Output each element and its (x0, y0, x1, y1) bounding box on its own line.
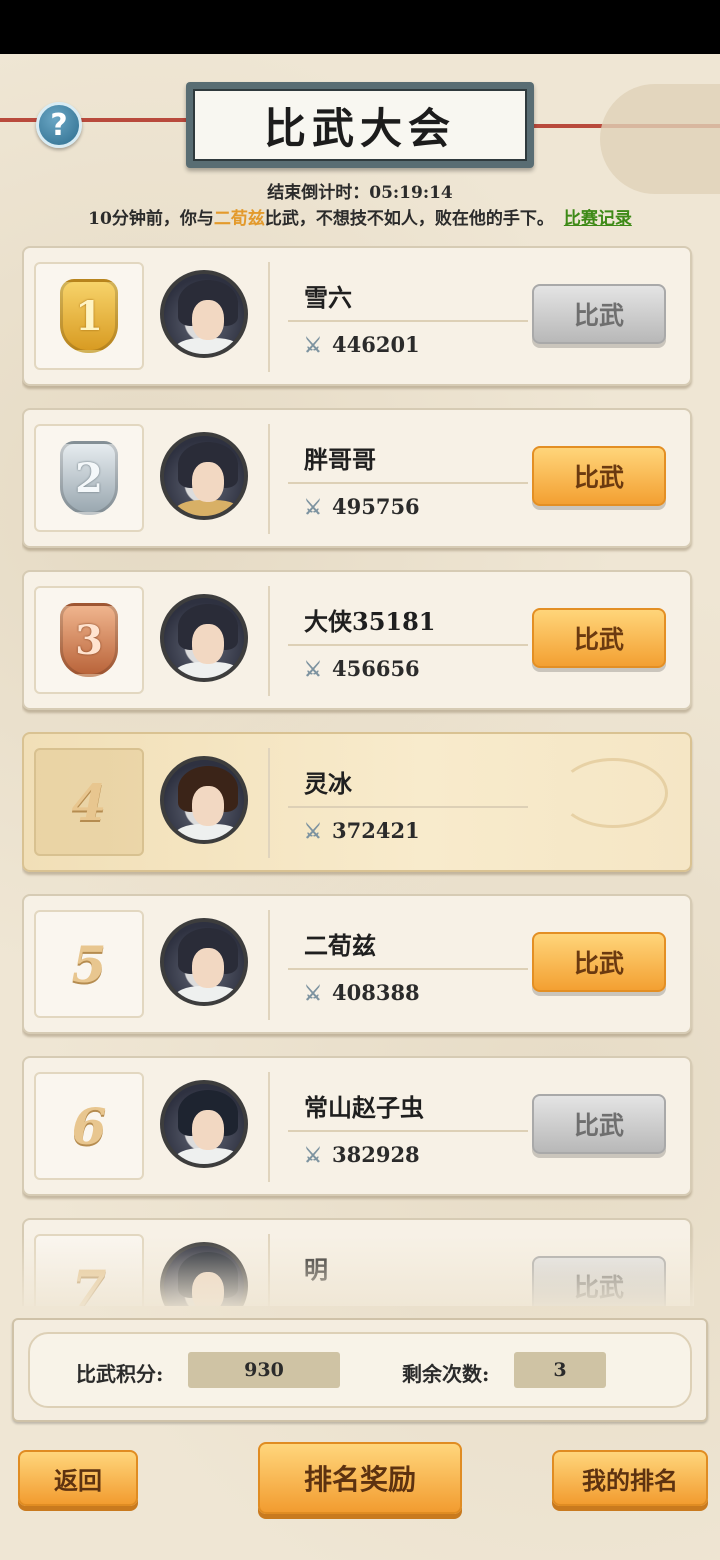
crossed-swords-icon: ⚔ (304, 656, 322, 681)
rank-card-6: 6 常山赵子虫 ⚔ 382928 比武 (22, 1056, 692, 1196)
divider (288, 644, 528, 646)
rank-card-4-self: 4 灵冰 ⚔ 372421 (22, 732, 692, 872)
fight-button[interactable]: 比武 (532, 1094, 666, 1154)
battle-news: 10分钟前，你与二荀兹比武，不想技不如人，败在他的手下。 比赛记录 (0, 204, 720, 229)
news-suffix: 比武，不想技不如人，败在他的手下。 (264, 209, 554, 229)
crossed-swords-icon: ⚔ (304, 494, 322, 519)
gold-medal-icon: 1 (60, 279, 118, 353)
page-title: 比武大会 (193, 89, 527, 161)
my-ranking-button[interactable]: 我的排名 (552, 1450, 708, 1506)
remaining-label: 剩余次数: (402, 1362, 490, 1386)
score-panel: 比武积分: 930 剩余次数: 3 (28, 1332, 692, 1408)
rank-box: 6 (34, 1072, 144, 1180)
header: ? 比武大会 (0, 68, 720, 194)
avatar[interactable] (160, 594, 248, 682)
info-panel: 二荀兹 ⚔ 408388 比武 (268, 910, 688, 1020)
divider (288, 482, 528, 484)
player-name: 二荀兹 (304, 931, 376, 960)
combat-power: ⚔ 372421 (304, 818, 420, 843)
points-value: 930 (188, 1352, 340, 1388)
power-value: 372421 (332, 818, 420, 843)
avatar[interactable] (160, 270, 248, 358)
score-bar: 比武积分: 930 剩余次数: 3 (12, 1318, 708, 1422)
rank-box: 5 (34, 910, 144, 1018)
countdown: 结束倒计时：05:19:14 (0, 178, 720, 203)
player-name: 灵冰 (304, 769, 352, 798)
crossed-swords-icon: ⚔ (304, 1142, 322, 1167)
rank-number: 6 (71, 1096, 107, 1156)
avatar[interactable] (160, 756, 248, 844)
bronze-medal-icon: 3 (60, 603, 118, 677)
avatar[interactable] (160, 918, 248, 1006)
player-name: 常山赵子虫 (304, 1093, 424, 1122)
remaining-value: 3 (514, 1352, 606, 1388)
cloud-swirl-decoration (558, 758, 668, 828)
divider (288, 968, 528, 970)
rank-box: 4 (34, 748, 144, 856)
combat-power: ⚔ 446201 (304, 332, 420, 357)
divider (288, 320, 528, 322)
rank-number: 4 (71, 772, 107, 832)
info-panel: 胖哥哥 ⚔ 495756 比武 (268, 424, 688, 534)
rank-card-3: 3 大侠35181 ⚔ 456656 比武 (22, 570, 692, 710)
divider (288, 806, 528, 808)
player-name: 大侠35181 (304, 607, 436, 636)
news-prefix: 10分钟前，你与 (88, 209, 214, 229)
match-record-link[interactable]: 比赛记录 (564, 209, 632, 229)
countdown-value: 05:19:14 (369, 183, 453, 203)
avatar[interactable] (160, 432, 248, 520)
title-plaque: 比武大会 (186, 82, 534, 168)
points-label: 比武积分: (76, 1362, 164, 1386)
ranking-rewards-button[interactable]: 排名奖励 (258, 1442, 462, 1514)
question-icon: ? (50, 107, 68, 143)
fight-button[interactable]: 比武 (532, 608, 666, 668)
power-value: 495756 (332, 494, 420, 519)
power-value: 456656 (332, 656, 420, 681)
power-value: 382928 (332, 1142, 420, 1167)
info-panel: 灵冰 ⚔ 372421 (268, 748, 688, 858)
fight-button[interactable]: 比武 (532, 932, 666, 992)
bottom-actions: 返回 排名奖励 我的排名 (0, 1424, 720, 1560)
player-name: 胖哥哥 (304, 445, 376, 474)
ranking-list[interactable]: 1 雪六 ⚔ 446201 比武 2 胖哥哥 ⚔ 495756 比武 3 大侠3… (22, 246, 694, 1306)
rank-box: 1 (34, 262, 144, 370)
player-name: 雪六 (304, 283, 352, 312)
rank-card-1: 1 雪六 ⚔ 446201 比武 (22, 246, 692, 386)
crossed-swords-icon: ⚔ (304, 818, 322, 843)
info-panel: 常山赵子虫 ⚔ 382928 比武 (268, 1072, 688, 1182)
silver-medal-icon: 2 (60, 441, 118, 515)
rank-box: 2 (34, 424, 144, 532)
back-button[interactable]: 返回 (18, 1450, 138, 1506)
combat-power: ⚔ 382928 (304, 1142, 420, 1167)
info-panel: 雪六 ⚔ 446201 比武 (268, 262, 688, 372)
crossed-swords-icon: ⚔ (304, 980, 322, 1005)
countdown-label: 结束倒计时： (267, 183, 370, 203)
news-opponent[interactable]: 二荀兹 (214, 209, 265, 229)
combat-power: ⚔ 456656 (304, 656, 420, 681)
divider (288, 1130, 528, 1132)
rope-left (0, 118, 200, 122)
combat-power: ⚔ 408388 (304, 980, 420, 1005)
fight-button[interactable]: 比武 (532, 446, 666, 506)
power-value: 408388 (332, 980, 420, 1005)
combat-power: ⚔ 495756 (304, 494, 420, 519)
rank-card-2: 2 胖哥哥 ⚔ 495756 比武 (22, 408, 692, 548)
rank-number: 5 (71, 934, 107, 994)
info-panel: 大侠35181 ⚔ 456656 比武 (268, 586, 688, 696)
help-button[interactable]: ? (36, 102, 82, 148)
power-value: 446201 (332, 332, 420, 357)
rank-box: 3 (34, 586, 144, 694)
fight-button[interactable]: 比武 (532, 284, 666, 344)
avatar[interactable] (160, 1080, 248, 1168)
list-fade (22, 1236, 694, 1306)
crossed-swords-icon: ⚔ (304, 332, 322, 357)
rank-card-5: 5 二荀兹 ⚔ 408388 比武 (22, 894, 692, 1034)
game-screen: ? 比武大会 结束倒计时：05:19:14 10分钟前，你与二荀兹比武，不想技不… (0, 54, 720, 1560)
